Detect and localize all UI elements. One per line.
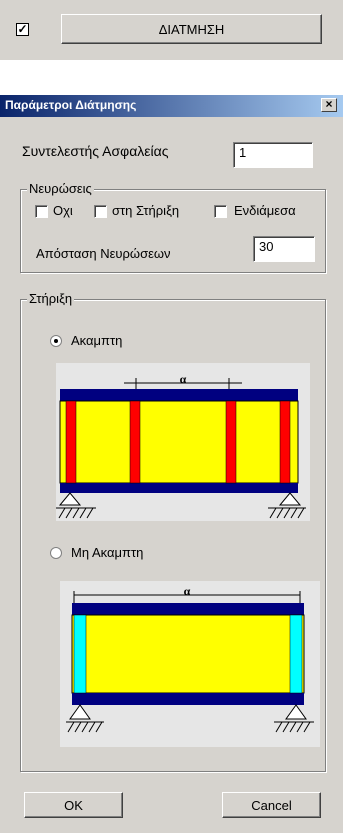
end-stiffener-right — [279, 400, 291, 484]
ribs-none-label: Οχι — [53, 203, 73, 218]
ribs-middle-checkbox[interactable] — [214, 205, 227, 218]
bottom-flange — [72, 693, 304, 705]
shear-button[interactable]: ΔΙΑΤΜΗΣΗ — [61, 14, 322, 44]
ribs-middle-label: Ενδιάμεσα — [234, 203, 296, 218]
end-plate-right — [289, 614, 303, 694]
safety-factor-label: Συντελεστής Ασφαλείας — [22, 143, 169, 159]
title-bar: Παράμετροι Διάτμησης × — [0, 95, 343, 117]
rigid-radio[interactable] — [50, 335, 62, 347]
end-plate-left — [73, 614, 87, 694]
ribs-support-label: στη Στήριξη — [112, 203, 180, 218]
radio-selected-dot — [54, 339, 58, 343]
bottom-flange — [60, 483, 298, 493]
support-legend: Στήριξη — [27, 291, 75, 306]
cancel-button[interactable]: Cancel — [222, 792, 321, 818]
rib-spacing-label: Απόσταση Νευρώσεων — [36, 246, 171, 261]
safety-factor-input[interactable]: 1 — [233, 142, 313, 168]
top-flange — [60, 389, 298, 401]
ribs-none-checkbox[interactable] — [35, 205, 48, 218]
top-flange — [72, 603, 304, 615]
nonrigid-label: Μη Ακαμπτη — [71, 545, 144, 560]
rigid-label: Ακαμπτη — [71, 333, 123, 348]
ribs-support-checkbox[interactable] — [94, 205, 107, 218]
nonrigid-radio[interactable] — [50, 547, 62, 559]
ribs-legend: Νευρώσεις — [27, 181, 94, 196]
web-panel — [59, 400, 299, 484]
top-toolbar: ✓ ΔΙΑΤΜΗΣΗ — [0, 0, 343, 60]
mid-stiffener-right — [225, 400, 237, 484]
shear-parameters-dialog: Παράμετροι Διάτμησης × Συντελεστής Ασφαλ… — [0, 95, 343, 833]
rigid-beam-drawing: α — [56, 363, 310, 521]
dimension-label: α — [184, 584, 191, 598]
dimension-label: α — [180, 372, 187, 386]
dialog-title: Παράμετροι Διάτμησης — [5, 98, 137, 112]
web-panel — [71, 614, 305, 694]
nonrigid-beam-drawing: α — [60, 581, 320, 747]
rib-spacing-input[interactable]: 30 — [253, 236, 315, 262]
end-stiffener-left — [65, 400, 77, 484]
ok-button[interactable]: OK — [24, 792, 123, 818]
close-icon: × — [325, 97, 333, 111]
shear-checkbox[interactable]: ✓ — [16, 23, 29, 36]
mid-stiffener-left — [129, 400, 141, 484]
close-button[interactable]: × — [321, 98, 337, 112]
